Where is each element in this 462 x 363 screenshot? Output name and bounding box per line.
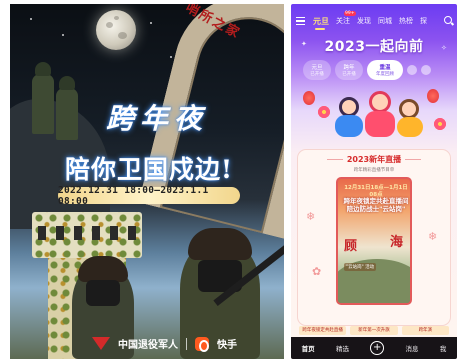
star [62,34,64,36]
kuaishou-logo-text: 快手 [217,340,237,351]
bottom-nav: 首页 精选 + 消息 我 [291,337,457,359]
live-schedule-card[interactable]: 2023新年直播 跨年精彩直播节目单 ❄ ❄ ✿ 12月31日18点—1月1日0… [298,150,450,325]
bottom-nav-messages[interactable]: 消息 [406,343,419,353]
campaign-headline: 2023一起向前 [324,39,424,55]
screenshot-stage: 哨所之家 跨年夜 陪你卫国戍边! 2022.12.31 18:00–2023.1… [0,0,462,363]
app-screen: 元旦 关注 99+ 发现 同城 热榜 探 ✦ ✧ 2023一起向前 元旦 已开播 … [291,4,457,359]
tab-hot[interactable]: 热榜 [399,16,413,26]
tab-more[interactable]: 探 [420,16,427,26]
flower-icon [433,117,447,131]
bottom-nav-me[interactable]: 我 [440,343,447,353]
moon-crater [114,16,119,20]
poster-date-range: 2022.12.31 18:00–2023.1.1 08:00 [58,185,240,207]
snowflake-icon: ❄ [306,210,316,223]
tab-nearby[interactable]: 同城 [378,16,392,26]
star [150,22,152,24]
poster-subtitle: 陪你卫国戍边! [65,155,233,184]
search-icon[interactable] [444,16,452,24]
lantern-icon [303,91,315,105]
follow-badge: 99+ [343,11,356,16]
pill-yuandan[interactable]: 元旦 已开播 [303,60,331,80]
veterans-logo-text: 中国退役军人 [118,340,178,351]
pill-status: 已开播 [342,72,356,77]
program-tab[interactable]: 新年第一次升旗 [350,326,398,335]
thumb-char-right: 海 [390,235,404,250]
card-subtitle: 跨年精彩直播节目单 [353,168,395,173]
pill-more-dot[interactable] [407,65,417,75]
cartoon-character [399,99,419,119]
moon-crater [118,32,127,39]
pill-chongwen[interactable]: 重温 年度回顾 [367,60,403,80]
program-tab[interactable]: 跨年夜锁定共赴直播 [299,326,347,335]
menu-icon[interactable] [296,17,305,25]
program-tabs: 跨年夜锁定共赴直播 新年第一次升旗 跨年演 [299,326,449,336]
tab-discover[interactable]: 发现 [357,16,371,26]
patrol-soldier [32,62,54,134]
cartoon-character [369,91,391,113]
festival-banner[interactable] [299,87,449,142]
pill-kuanian[interactable]: 跨年 已开播 [335,60,363,80]
cartoon-character [339,97,359,117]
top-nav: 元旦 关注 99+ 发现 同城 热榜 探 [291,11,457,30]
pill-label: 跨年 [343,65,355,71]
thumb-badge: "云站岗" 活动 [344,263,377,271]
pill-label: 元旦 [311,65,323,71]
pill-status: 年度回顾 [376,72,394,77]
pill-more-dot[interactable] [421,65,431,75]
pill-status: 已开播 [310,72,324,77]
star [170,56,172,58]
bottom-nav-home[interactable]: 首页 [302,343,315,353]
cartoon-character-body [397,117,423,137]
campaign-poster: 哨所之家 跨年夜 陪你卫国戍边! 2022.12.31 18:00–2023.1… [10,4,284,359]
moon [96,10,136,50]
snowflake-icon: ❄ [428,230,438,243]
patrol-soldier [56,76,78,140]
face-mask [86,280,120,306]
tab-yuandan[interactable]: 元旦 [313,16,329,30]
program-tab[interactable]: 跨年演 [401,326,449,335]
create-plus-button[interactable]: + [370,341,385,355]
live-poster-thumbnail[interactable]: 12月31日18点—1月1日08点 跨年夜锁定共赴直播间 陪边防战士"云站岗" … [336,177,412,305]
card-title: 2023新年直播 [298,154,450,165]
veterans-logo-icon [92,337,110,350]
flower-icon: ✿ [312,265,322,278]
poster-logos: 中国退役军人 快手 [92,336,237,352]
poster-title: 跨年夜 [105,102,208,135]
thumb-title: 跨年夜锁定共赴直播间 陪边防战士"云站岗" [343,197,409,214]
watchtower-top [32,212,142,258]
bottom-nav-featured[interactable]: 精选 [336,343,349,353]
channel-pills: 元旦 已开播 跨年 已开播 重温 年度回顾 [303,59,453,81]
pill-label: 重温 [379,65,391,71]
tab-follow-label: 关注 [336,17,350,25]
fur-hat [188,228,252,260]
cartoon-character-body [365,111,395,137]
lantern-icon [427,89,439,103]
moon-crater [106,22,113,28]
flower-icon [317,105,331,119]
fur-hat [78,256,128,282]
cartoon-character-body [335,115,363,137]
star [30,18,32,20]
thumb-char-left: 顾 [344,239,358,254]
kuaishou-logo-icon [195,336,209,352]
tab-follow[interactable]: 关注 99+ [336,11,356,26]
logo-divider [186,337,187,350]
